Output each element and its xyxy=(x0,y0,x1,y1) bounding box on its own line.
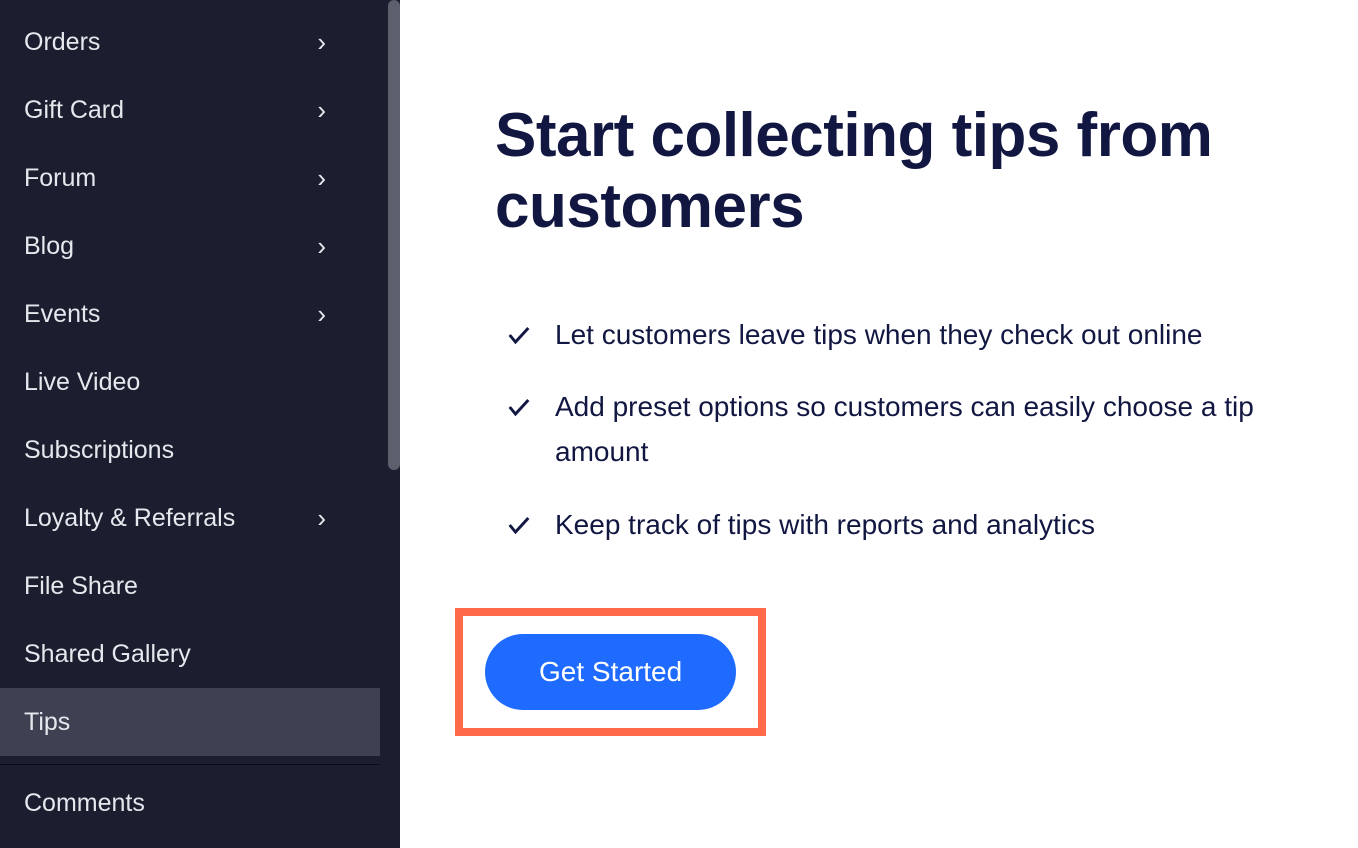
cta-highlight-frame: Get Started xyxy=(455,608,766,736)
sidebar-item-label: Loyalty & Referrals xyxy=(24,504,235,533)
sidebar-item-label: Orders xyxy=(24,28,100,57)
sidebar-item-forum[interactable]: Forum › xyxy=(0,144,380,212)
check-icon xyxy=(505,321,533,349)
chevron-right-icon: › xyxy=(317,503,326,534)
feature-item: Let customers leave tips when they check… xyxy=(505,313,1268,358)
chevron-right-icon: › xyxy=(317,163,326,194)
sidebar-list: Orders › Gift Card › Forum › Blog › Even… xyxy=(0,0,400,837)
chevron-right-icon: › xyxy=(317,299,326,330)
page-title: Start collecting tips from customers xyxy=(495,100,1268,243)
check-icon xyxy=(505,393,533,421)
sidebar-item-label: Blog xyxy=(24,232,74,261)
sidebar-item-label: Live Video xyxy=(24,368,140,397)
sidebar-item-blog[interactable]: Blog › xyxy=(0,212,380,280)
feature-item: Add preset options so customers can easi… xyxy=(505,385,1268,475)
sidebar-item-label: Tips xyxy=(24,708,70,737)
chevron-right-icon: › xyxy=(317,27,326,58)
main-content: Start collecting tips from customers Let… xyxy=(400,0,1358,848)
sidebar-item-shared-gallery[interactable]: Shared Gallery xyxy=(0,620,380,688)
sidebar-item-tips[interactable]: Tips xyxy=(0,688,380,756)
sidebar-item-label: Forum xyxy=(24,164,96,193)
feature-text: Add preset options so customers can easi… xyxy=(555,385,1268,475)
sidebar-item-events[interactable]: Events › xyxy=(0,280,380,348)
sidebar-item-loyalty-referrals[interactable]: Loyalty & Referrals › xyxy=(0,484,380,552)
sidebar-item-orders[interactable]: Orders › xyxy=(0,8,380,76)
sidebar-item-label: Shared Gallery xyxy=(24,640,191,669)
sidebar-item-gift-card[interactable]: Gift Card › xyxy=(0,76,380,144)
sidebar-item-label: Events xyxy=(24,300,100,329)
get-started-button[interactable]: Get Started xyxy=(485,634,736,710)
sidebar-item-subscriptions[interactable]: Subscriptions xyxy=(0,416,380,484)
sidebar-item-label: File Share xyxy=(24,572,138,601)
feature-list: Let customers leave tips when they check… xyxy=(495,313,1268,548)
sidebar-item-comments[interactable]: Comments xyxy=(0,769,380,837)
sidebar-item-file-share[interactable]: File Share xyxy=(0,552,380,620)
chevron-right-icon: › xyxy=(317,95,326,126)
sidebar-divider xyxy=(0,764,380,765)
sidebar-item-label: Subscriptions xyxy=(24,436,174,465)
sidebar-item-label: Comments xyxy=(24,789,145,818)
feature-text: Keep track of tips with reports and anal… xyxy=(555,503,1095,548)
chevron-right-icon: › xyxy=(317,231,326,262)
check-icon xyxy=(505,511,533,539)
feature-item: Keep track of tips with reports and anal… xyxy=(505,503,1268,548)
sidebar-item-label: Gift Card xyxy=(24,96,124,125)
sidebar-scrollbar[interactable] xyxy=(388,0,400,470)
sidebar-item-live-video[interactable]: Live Video xyxy=(0,348,380,416)
sidebar: Orders › Gift Card › Forum › Blog › Even… xyxy=(0,0,400,848)
feature-text: Let customers leave tips when they check… xyxy=(555,313,1202,358)
